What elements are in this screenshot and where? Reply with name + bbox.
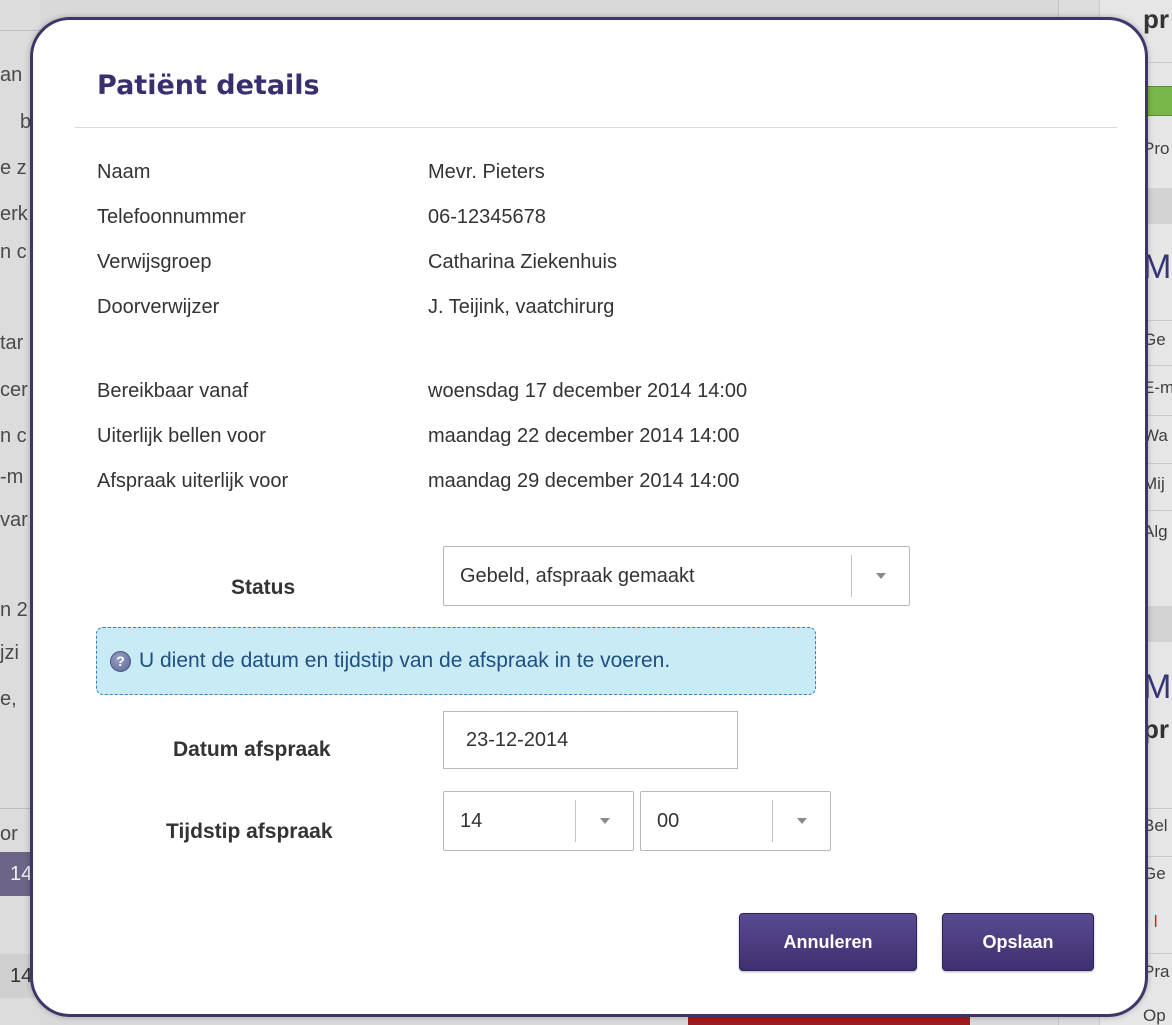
background-text: e z — [0, 157, 27, 179]
appointment-date-input[interactable]: 23-12-2014 — [443, 711, 738, 769]
appointment-date-label: Datum afspraak — [173, 738, 331, 761]
minute-select[interactable]: 00 — [640, 791, 831, 851]
chevron-down-icon — [875, 573, 886, 579]
minute-select-value: 00 — [657, 810, 680, 832]
call-before-value: maandag 22 december 2014 14:00 — [428, 425, 740, 447]
hour-select-value: 14 — [460, 810, 483, 832]
referrer-label: Doorverwijzer — [97, 296, 220, 318]
status-label: Status — [231, 576, 296, 599]
divider — [75, 127, 1117, 128]
name-value: Mevr. Pieters — [428, 161, 545, 183]
chevron-down-icon — [599, 818, 610, 824]
status-select-value: Gebeld, afspraak gemaakt — [460, 565, 695, 587]
background-text: tar — [0, 332, 24, 354]
info-message-text: U dient de datum en tijdstip van de afsp… — [139, 649, 671, 672]
appointment-time-label: Tijdstip afspraak — [166, 820, 333, 843]
background-text: or — [0, 823, 18, 845]
status-select[interactable]: Gebeld, afspraak gemaakt — [443, 546, 910, 606]
phone-label: Telefoonnummer — [97, 206, 246, 228]
name-label: Naam — [97, 161, 151, 183]
background-text: -m — [0, 466, 24, 488]
appointment-before-value: maandag 29 december 2014 14:00 — [428, 470, 740, 492]
dialog-title: Patiënt details — [97, 70, 320, 101]
status-dropdown-toggle[interactable] — [851, 555, 909, 597]
info-message: ? U dient de datum en tijdstip van de af… — [96, 627, 816, 695]
hour-dropdown-toggle[interactable] — [575, 800, 633, 842]
referral-group-value: Catharina Ziekenhuis — [428, 251, 617, 273]
call-before-label: Uiterlijk bellen voor — [97, 425, 266, 447]
background-text: pr — [1143, 4, 1169, 34]
referrer-value: J. Teijink, vaatchirurg — [428, 296, 615, 318]
question-icon: ? — [110, 651, 131, 672]
save-button[interactable]: Opslaan — [942, 913, 1094, 971]
appointment-before-label: Afspraak uiterlijk voor — [97, 470, 289, 492]
background-text: jzi — [0, 642, 19, 664]
patient-details-dialog: Patiënt details Naam Mevr. Pieters Telef… — [30, 17, 1148, 1017]
background-text: erk — [0, 203, 28, 225]
chevron-down-icon — [796, 818, 807, 824]
background-text: n c — [0, 425, 27, 447]
background-text: n 2 — [0, 599, 28, 621]
background-text: an — [0, 64, 23, 86]
background-text: Op — [1143, 1006, 1166, 1025]
reachable-from-value: woensdag 17 december 2014 14:00 — [428, 380, 748, 402]
background-text: var — [0, 509, 28, 531]
minute-dropdown-toggle[interactable] — [772, 800, 830, 842]
cancel-button[interactable]: Annuleren — [739, 913, 917, 971]
background-text: n c — [0, 241, 27, 263]
reachable-from-label: Bereikbaar vanaf — [97, 380, 249, 402]
background-text: e, — [0, 688, 17, 710]
referral-group-label: Verwijsgroep — [97, 251, 212, 273]
background-text: cer — [0, 379, 28, 401]
phone-value: 06-12345678 — [428, 206, 546, 228]
hour-select[interactable]: 14 — [443, 791, 634, 851]
